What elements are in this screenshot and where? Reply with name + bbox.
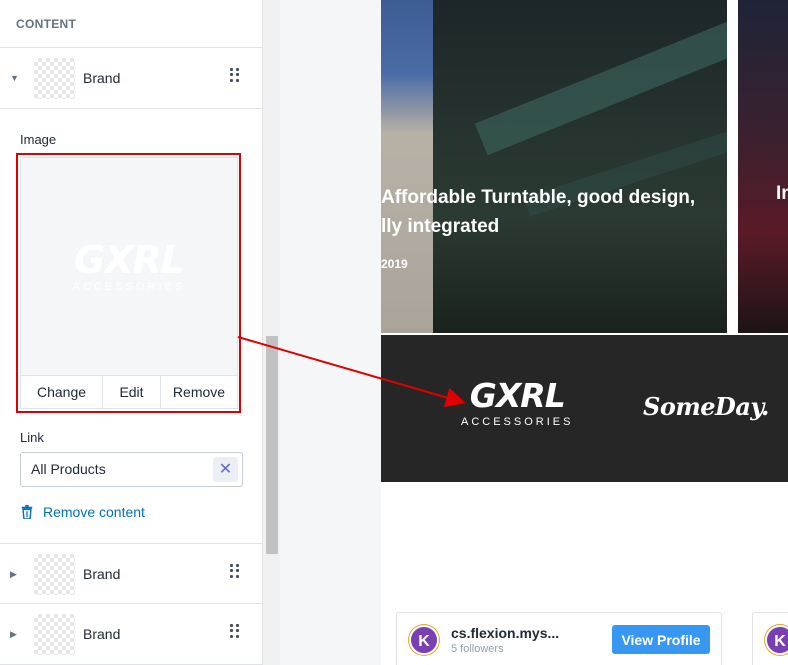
blog-image-figure <box>381 0 433 333</box>
remove-image-button[interactable]: Remove <box>160 376 237 408</box>
brand-logo-text: GXRL <box>74 238 185 282</box>
sidebar-scrollbar-thumb[interactable] <box>266 336 278 554</box>
storefront-preview: Affordable Turntable, good design, lly i… <box>381 0 788 665</box>
remove-content-link[interactable]: Remove content <box>20 504 145 520</box>
image-field-label: Image <box>20 132 57 147</box>
instagram-profile-card-next: K <box>752 612 788 665</box>
caret-right-icon[interactable]: ▶ <box>10 629 17 640</box>
blog-title-line-2: lly integrated <box>381 216 500 237</box>
block-label: Brand <box>83 566 121 582</box>
sidebar: CONTENT ▼ Brand Image GXRL ACCESSORIES C… <box>0 0 263 665</box>
brand-logo-strip: GXRL ACCESSORIES SomeDay. <box>381 335 788 482</box>
caret-down-icon[interactable]: ▼ <box>10 73 19 83</box>
view-profile-button[interactable]: View Profile <box>612 625 710 654</box>
block-label: Brand <box>83 70 121 86</box>
sidebar-scrollbar-track[interactable] <box>263 0 280 665</box>
section-title: CONTENT <box>0 0 262 48</box>
brand-logo-text: GXRL <box>469 376 566 415</box>
block-thumbnail <box>34 554 75 595</box>
caret-right-icon[interactable]: ▶ <box>10 569 17 580</box>
profile-name[interactable]: cs.flexion.mys... <box>451 625 559 641</box>
block-label: Brand <box>83 626 121 642</box>
brand-logo-subtext: ACCESSORIES <box>72 281 186 293</box>
link-input[interactable] <box>31 461 201 477</box>
instagram-profile-card: K cs.flexion.mys... 5 followers View Pro… <box>396 612 722 665</box>
brand-logo-someday[interactable]: SomeDay. <box>643 392 769 421</box>
remove-content-label: Remove content <box>43 504 145 520</box>
avatar: K <box>409 625 439 655</box>
follower-count: 5 followers <box>451 643 504 655</box>
blog-card[interactable]: Affordable Turntable, good design, lly i… <box>381 0 727 333</box>
block-thumbnail <box>34 58 75 99</box>
block-thumbnail <box>34 614 75 655</box>
block-row-brand-3[interactable]: ▶ Brand <box>0 604 262 665</box>
brand-logo-subtext: ACCESSORIES <box>461 416 574 428</box>
image-picker[interactable]: GXRL ACCESSORIES Change Edit Remove <box>20 157 238 409</box>
close-icon[interactable]: ✕ <box>213 457 238 482</box>
blog-image-detail <box>474 18 727 156</box>
image-preview: GXRL ACCESSORIES <box>21 158 237 376</box>
blog-title-line-1: Affordable Turntable, good design, <box>381 187 696 208</box>
blog-date: 2019 <box>381 257 408 271</box>
trash-icon <box>21 505 33 519</box>
block-row-brand-2[interactable]: ▶ Brand <box>0 543 262 604</box>
link-field-label: Link <box>20 430 44 445</box>
image-actions: Change Edit Remove <box>21 375 237 408</box>
change-image-button[interactable]: Change <box>21 376 102 408</box>
block-row-brand-1[interactable]: ▼ Brand <box>0 48 262 109</box>
drag-handle-icon[interactable] <box>230 68 240 82</box>
drag-handle-icon[interactable] <box>230 624 240 638</box>
blog-card-next[interactable]: In <box>738 0 788 333</box>
brand-logo-gxrl[interactable]: GXRL ACCESSORIES <box>461 379 573 428</box>
avatar: K <box>765 625 788 655</box>
edit-image-button[interactable]: Edit <box>102 376 160 408</box>
blog-title-next: In <box>776 183 788 204</box>
link-field[interactable]: ✕ <box>20 452 243 487</box>
blog-title[interactable]: Affordable Turntable, good design, lly i… <box>381 183 721 241</box>
drag-handle-icon[interactable] <box>230 564 240 578</box>
